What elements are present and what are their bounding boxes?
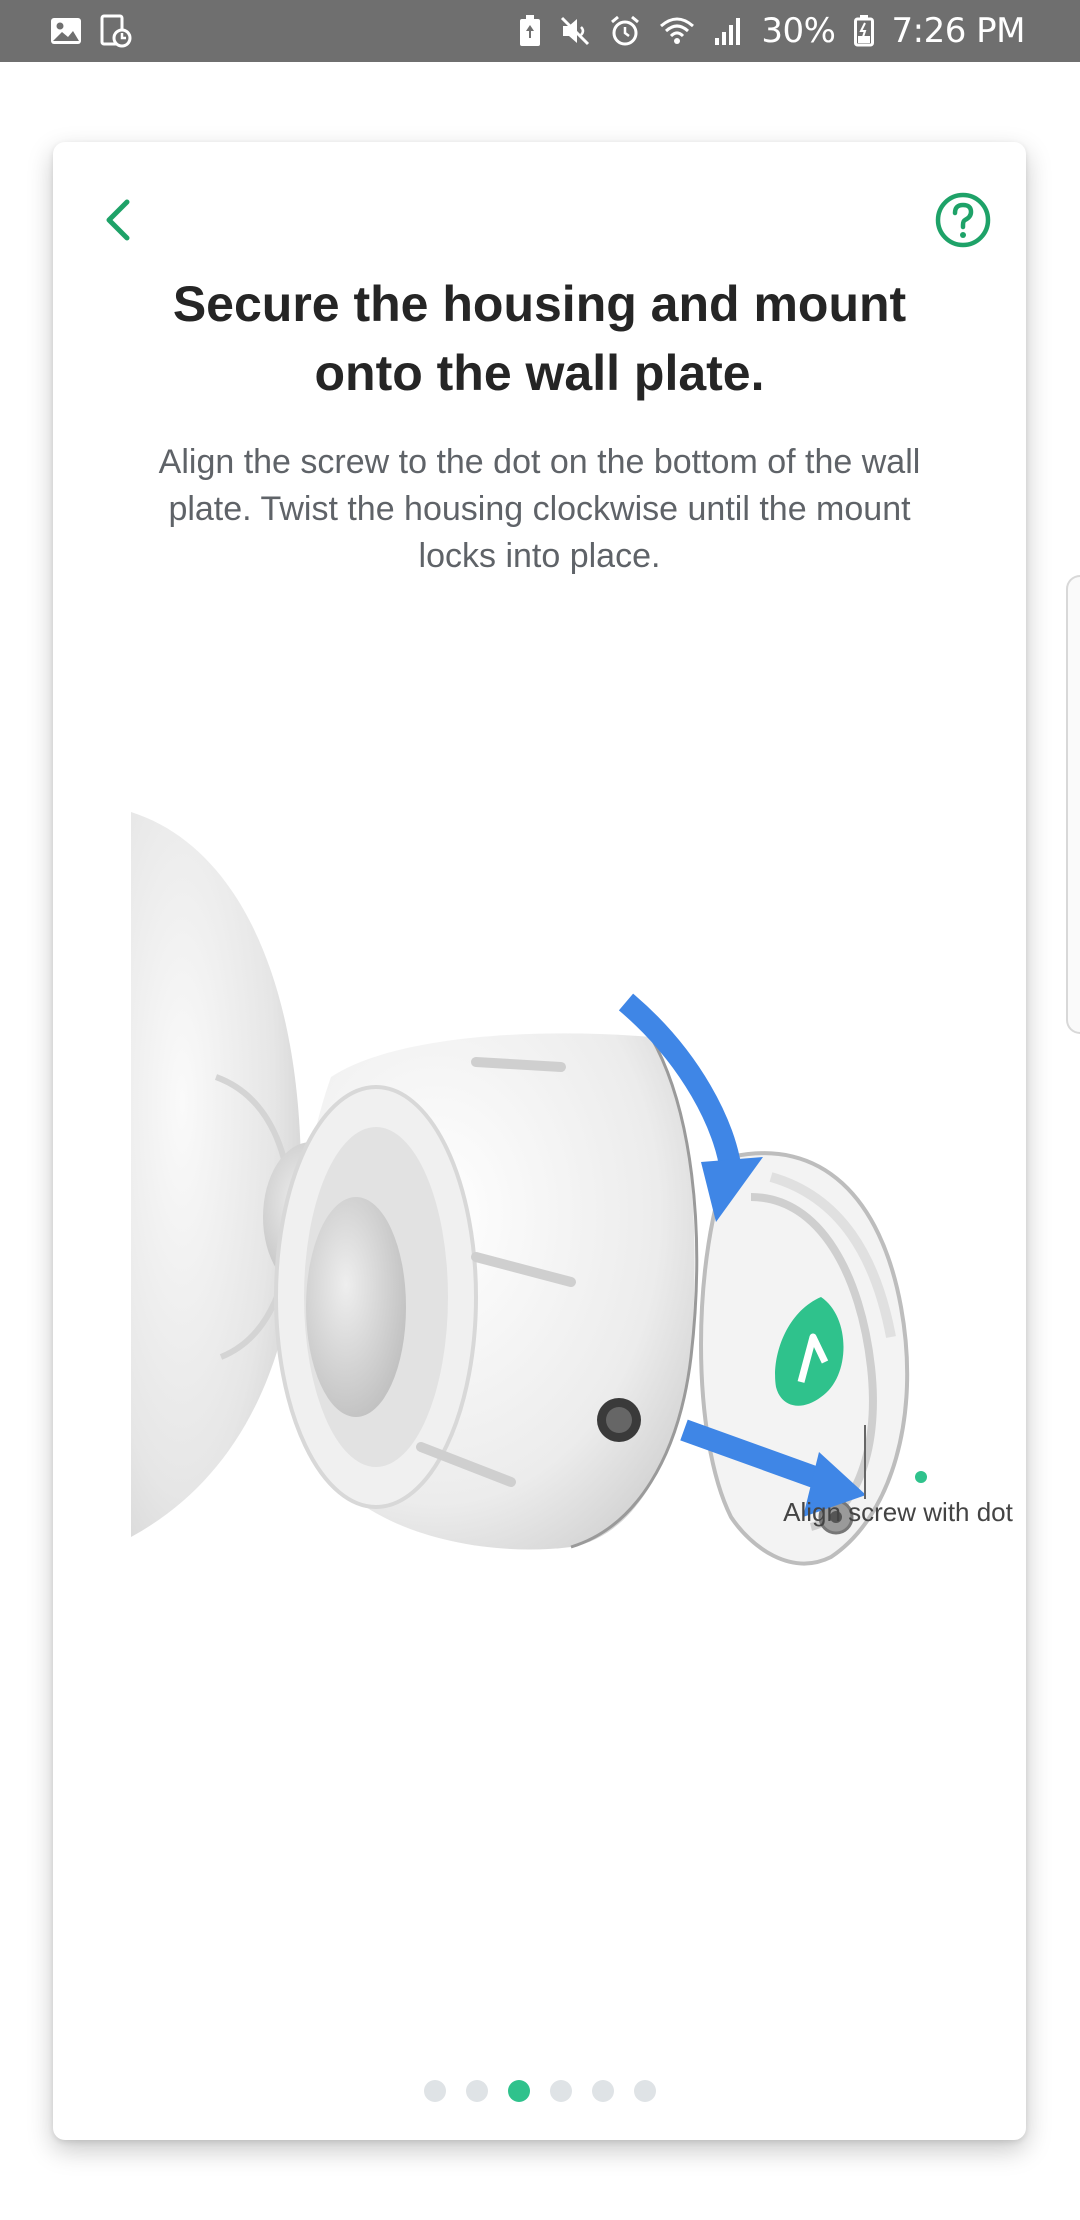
callout-line [864,1425,866,1499]
edge-panel-handle[interactable] [1066,575,1080,1034]
page-dot [423,2080,446,2102]
page-dot [633,2080,656,2102]
gallery-icon [50,16,82,46]
help-button[interactable] [935,192,991,248]
alarm-icon [609,15,641,47]
screen-recorder-icon [100,14,132,48]
battery-saver-icon [519,15,541,47]
status-bar: 30% 7:26 PM [0,0,1080,62]
setup-step-card: Secure the housing and mount onto the wa… [53,142,1026,2140]
back-button[interactable] [93,192,143,248]
chevron-left-icon [106,199,130,241]
mute-icon [559,15,591,47]
step-description: Align the screw to the dot on the bottom… [158,443,921,575]
signal-icon [713,16,743,46]
page-dot [549,2080,572,2102]
help-circle-icon [935,192,991,248]
camera-mount-illustration [131,812,927,1566]
battery-icon [853,15,874,47]
page-indicator [53,2080,1026,2102]
battery-percent: 30% [761,11,836,51]
step-title: Secure the housing and mount onto the wa… [172,276,907,401]
clock: 7:26 PM [891,11,1026,51]
page-dot [465,2080,488,2102]
page-dot [591,2080,614,2102]
callout-label: Align screw with dot [783,1497,1013,1527]
page-dot-active [507,2080,530,2102]
wifi-icon [659,16,695,46]
